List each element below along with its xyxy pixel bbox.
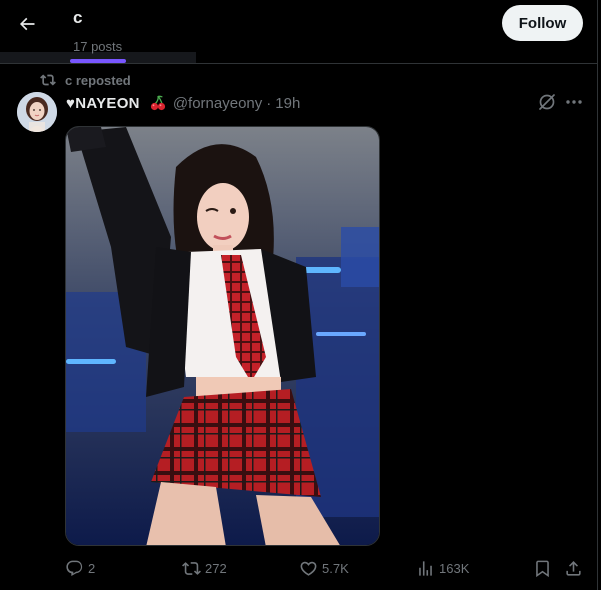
profile-column: c 17 posts Follow c reposted ♥NAYEON @fo… — [0, 0, 598, 590]
reply-count: 2 — [88, 560, 96, 576]
like-count: 5.7K — [322, 560, 349, 576]
post-count: 17 posts — [73, 39, 123, 54]
author-display-name[interactable]: ♥NAYEON — [66, 94, 167, 112]
avatar-image — [17, 92, 57, 132]
header-divider — [0, 63, 598, 64]
share-icon — [566, 560, 581, 576]
author-avatar[interactable] — [17, 92, 57, 132]
back-arrow-icon — [19, 17, 35, 31]
repost-icon — [40, 74, 56, 86]
views-icon — [419, 560, 432, 576]
bookmark-icon — [536, 560, 549, 577]
tweet-header: ♥NAYEON @fornayeony · 19h — [66, 93, 300, 113]
tweet-action-bar: 2 272 5.7K 163K — [0, 556, 598, 580]
profile-name: c — [73, 8, 83, 27]
reply-icon — [66, 560, 83, 576]
header-title-group: c 17 posts — [73, 8, 122, 55]
bookmark-button[interactable] — [533, 556, 552, 580]
more-options-button[interactable] — [564, 92, 584, 112]
author-name-text: ♥NAYEON — [66, 94, 140, 112]
author-handle[interactable]: @fornayeony — [173, 95, 262, 112]
repost-indicator[interactable]: c reposted — [40, 72, 131, 88]
grok-button[interactable] — [537, 92, 557, 112]
repost-button[interactable]: 272 — [182, 556, 227, 580]
separator-dot: · — [266, 94, 272, 112]
share-button[interactable] — [564, 556, 583, 580]
cherry-icon — [149, 94, 167, 112]
like-icon — [300, 561, 317, 576]
repost-icon — [182, 561, 201, 575]
follow-button[interactable]: Follow — [502, 5, 583, 41]
photo-performer — [66, 127, 379, 545]
tweet-timestamp[interactable]: 19h — [275, 95, 300, 112]
reply-button[interactable]: 2 — [65, 556, 95, 580]
repost-count: 272 — [205, 560, 227, 576]
like-button[interactable]: 5.7K — [299, 556, 349, 580]
tweet-media-image[interactable] — [65, 126, 380, 546]
grok-icon — [539, 94, 555, 110]
view-count: 163K — [439, 560, 470, 576]
profile-header: c 17 posts Follow — [0, 0, 598, 63]
more-icon — [566, 100, 582, 104]
back-button[interactable] — [9, 6, 45, 42]
repost-label: c reposted — [65, 72, 131, 88]
views-button[interactable]: 163K — [416, 556, 469, 580]
